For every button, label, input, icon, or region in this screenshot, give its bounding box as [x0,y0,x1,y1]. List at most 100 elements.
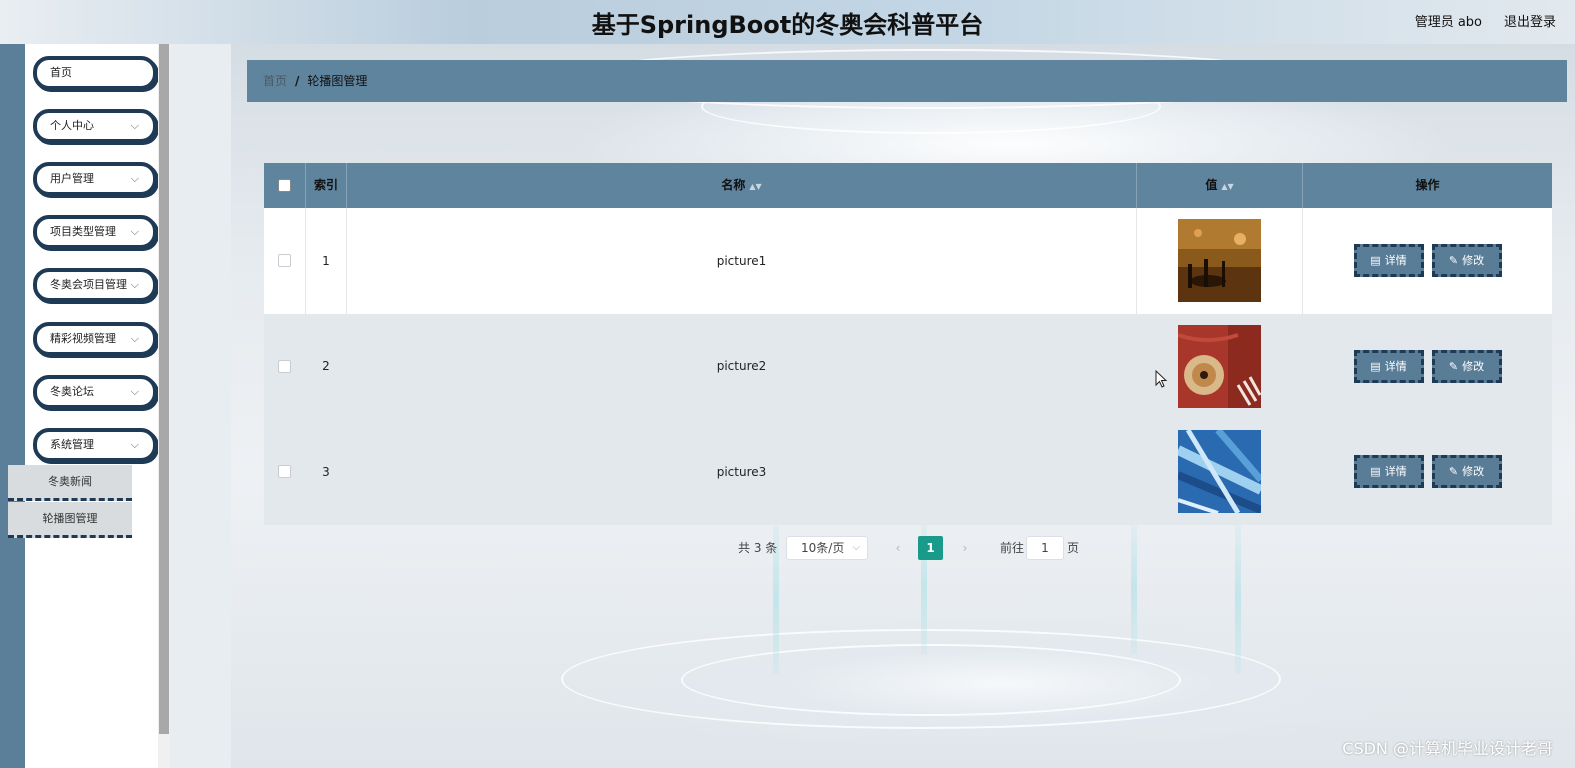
edit-button-label: 修改 [1462,359,1485,373]
edit-button-label: 修改 [1462,465,1485,479]
scrollbar-thumb[interactable] [159,44,169,734]
submenu-item-news[interactable]: 冬奥新闻 [8,465,132,501]
submenu-item-carousel-management[interactable]: 轮播图管理 [8,502,132,538]
pencil-icon: ✎ [1448,465,1459,479]
sidebar-item-label: 个人中心 [50,119,94,132]
app-title: 基于SpringBoot的冬奥会科普平台 [591,11,984,39]
row-index: 3 [306,419,347,525]
row-checkbox[interactable] [278,359,291,373]
sidebar-item-personal-center[interactable]: 个人中心 ⌵ [33,109,157,143]
light-pillar [1131,524,1137,654]
row-select-cell [264,208,306,314]
table-row: 1 picture1 ▤ 详情 ✎ 修改 [264,208,1552,314]
document-icon: ▤ [1370,359,1381,373]
thumbnail-image[interactable] [1178,430,1261,514]
row-name: picture3 [347,419,1137,525]
row-name: picture2 [347,313,1137,419]
sort-icon[interactable]: ▲▼ [749,182,761,191]
chevron-down-icon: ⌵ [130,119,139,132]
detail-button-label: 详情 [1384,359,1407,373]
page-number-current[interactable]: 1 [918,536,943,560]
select-all-cell [264,163,306,208]
chevron-down-icon: ⌵ [130,438,139,451]
sidebar-item-label: 系统管理 [50,438,94,451]
row-index: 1 [306,208,347,314]
prev-page-button[interactable]: ‹ [888,536,908,560]
document-icon: ▤ [1370,465,1381,479]
pagination-total: 共 3 条 [738,541,778,555]
chevron-left-icon: ‹ [895,541,901,555]
edit-button-label: 修改 [1462,254,1485,268]
edit-button[interactable]: ✎ 修改 [1431,244,1502,278]
thumbnail-image[interactable] [1178,219,1261,303]
carousel-table: 索引 名称 ▲▼ 值 ▲▼ 操作 1 picture1 ▤ 详情 ✎ 修改 2 … [264,163,1552,525]
chevron-down-icon: ⌵ [130,385,139,398]
page-suffix-label: 页 [1067,541,1080,555]
current-user: 管理员 abo [1414,15,1482,30]
detail-button-label: 详情 [1384,254,1407,268]
row-select-cell [264,419,306,525]
detail-button[interactable]: ▤ 详情 [1353,244,1424,278]
next-page-button[interactable]: › [955,536,975,560]
goto-label: 前往 [1000,541,1025,555]
sidebar-item-label: 用户管理 [50,172,94,185]
row-index: 2 [306,313,347,419]
stage-ring-inner [681,644,1181,716]
breadcrumb: 首页 / 轮播图管理 [247,60,1567,102]
sidebar-item-project-type-management[interactable]: 项目类型管理 ⌵ [33,215,157,249]
sidebar-accent-strip [0,44,25,768]
header-value-label: 值 [1205,178,1218,192]
sidebar-item-label: 项目类型管理 [50,225,116,238]
header-name-label: 名称 [721,178,746,192]
sidebar-item-system-management[interactable]: 系统管理 ⌵ [33,428,157,462]
sidebar-item-winter-olympics-project-management[interactable]: 冬奥会项目管理 ⌵ [33,268,157,302]
row-checkbox[interactable] [278,254,291,268]
chevron-down-icon: ⌵ [130,278,139,291]
row-actions: ▤ 详情 ✎ 修改 [1303,419,1552,525]
breadcrumb-home[interactable]: 首页 [263,74,287,88]
sidebar-item-label: 首页 [50,66,72,79]
thumbnail-image[interactable] [1178,324,1261,408]
sidebar-item-home[interactable]: 首页 [33,56,157,90]
header-index-label: 索引 [313,178,338,192]
mouse-cursor-icon [1155,370,1168,388]
header-name[interactable]: 名称 ▲▼ [347,163,1137,208]
row-checkbox[interactable] [278,465,291,479]
sort-icon[interactable]: ▲▼ [1221,182,1233,191]
row-actions: ▤ 详情 ✎ 修改 [1303,208,1552,314]
chevron-down-icon: ⌵ [130,332,139,345]
page-size-value: 10条/页 [801,541,845,555]
table-header: 索引 名称 ▲▼ 值 ▲▼ 操作 [264,163,1552,208]
chevron-down-icon: ⌵ [130,172,139,185]
sidebar-item-user-management[interactable]: 用户管理 ⌵ [33,162,157,196]
edit-button[interactable]: ✎ 修改 [1431,455,1502,489]
watermark-text: CSDN @计算机毕业设计老哥 [1342,739,1553,758]
chevron-down-icon: ⌵ [852,542,860,553]
sidebar-item-label: 冬奥论坛 [50,385,94,398]
chevron-right-icon: › [962,541,968,555]
detail-button[interactable]: ▤ 详情 [1353,455,1424,489]
sidebar: 首页 个人中心 ⌵ 用户管理 ⌵ 项目类型管理 ⌵ 冬奥会项目管理 ⌵ 精彩视频… [25,44,158,768]
edit-button[interactable]: ✎ 修改 [1431,349,1502,383]
sidebar-scrollbar[interactable] [158,44,170,768]
row-value [1137,419,1303,525]
table-row: 3 picture3 ▤ 详情 ✎ 修改 [264,419,1552,525]
table-row: 2 picture2 ▤ 详情 ✎ 修改 [264,313,1552,420]
chevron-down-icon: ⌵ [130,225,139,238]
top-header: 基于SpringBoot的冬奥会科普平台 管理员 abo 退出登录 [0,0,1575,44]
document-icon: ▤ [1370,254,1381,268]
page-size-select[interactable]: 10条/页 ⌵ [786,536,868,560]
sidebar-item-video-management[interactable]: 精彩视频管理 ⌵ [33,322,157,356]
row-value [1137,208,1303,314]
header-actions-label: 操作 [1415,178,1440,192]
row-value [1137,313,1303,419]
header-actions: 操作 [1303,163,1552,208]
logout-link[interactable]: 退出登录 [1504,11,1556,30]
goto-page-input[interactable]: 1 [1026,536,1064,560]
detail-button[interactable]: ▤ 详情 [1353,349,1424,383]
detail-button-label: 详情 [1384,465,1407,479]
header-value[interactable]: 值 ▲▼ [1137,163,1303,208]
sidebar-item-forum[interactable]: 冬奥论坛 ⌵ [33,375,157,409]
row-actions: ▤ 详情 ✎ 修改 [1303,314,1552,420]
select-all-checkbox[interactable] [278,179,291,192]
